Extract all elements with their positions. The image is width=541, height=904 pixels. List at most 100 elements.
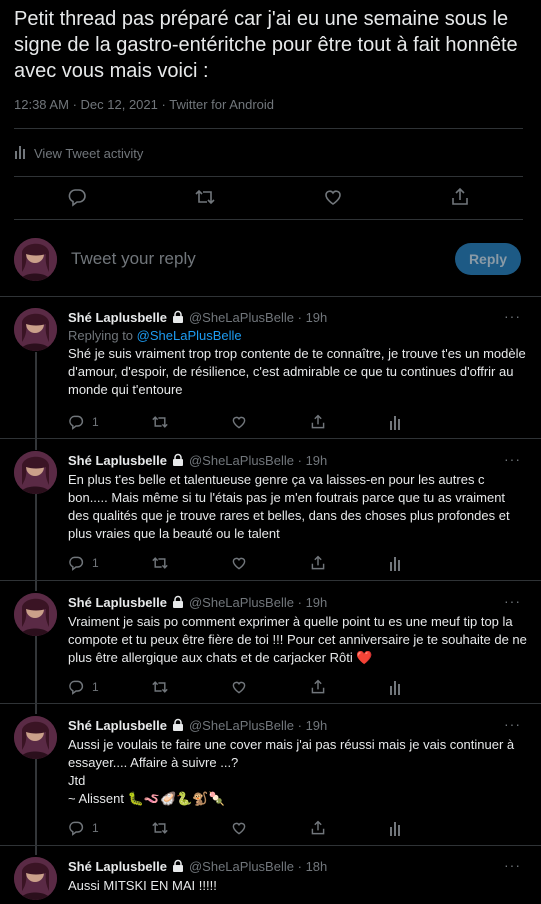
- display-name[interactable]: Shé Laplusbelle: [68, 595, 167, 610]
- share-icon[interactable]: [310, 414, 389, 430]
- tweet-meta: 12:38 AM · Dec 12, 2021 · Twitter for An…: [14, 97, 275, 112]
- like-icon[interactable]: [231, 555, 310, 571]
- more-icon[interactable]: ···: [504, 593, 521, 609]
- replying-to-link[interactable]: @SheLaPlusBelle: [137, 328, 242, 343]
- tweet-time[interactable]: 12:38 AM: [14, 97, 69, 112]
- avatar[interactable]: [14, 308, 57, 351]
- like-icon[interactable]: [231, 414, 310, 430]
- tweet-header: Shé Laplusbelle @SheLaPlusBelle · 19h ··…: [68, 593, 521, 610]
- tweet-actions: 1: [68, 677, 468, 697]
- like-icon[interactable]: [231, 679, 310, 695]
- lock-icon: [171, 453, 185, 467]
- main-tweet-actions: [14, 186, 523, 212]
- tweet-time[interactable]: 19h: [306, 310, 328, 325]
- analytics-icon[interactable]: [389, 679, 468, 695]
- reply-action[interactable]: 1: [68, 820, 151, 836]
- analytics-icon[interactable]: [389, 555, 468, 571]
- tweet-actions: 1: [68, 412, 468, 432]
- tweet-text: Aussi MITSKI EN MAI !!!!!: [68, 878, 217, 893]
- reply-count: 1: [92, 556, 99, 570]
- divider: [14, 176, 523, 177]
- lock-icon: [171, 310, 185, 324]
- divider: [0, 703, 541, 704]
- divider: [0, 845, 541, 846]
- reply-action[interactable]: 1: [68, 679, 151, 695]
- emoji-sequence: 🐛🪱🦪🐍🐒🍡: [127, 791, 225, 806]
- share-icon[interactable]: [450, 187, 470, 212]
- like-icon[interactable]: [323, 187, 343, 212]
- handle[interactable]: @SheLaPlusBelle: [189, 859, 294, 874]
- more-icon[interactable]: ···: [504, 716, 521, 732]
- avatar[interactable]: [14, 857, 57, 900]
- lock-icon: [171, 859, 185, 873]
- avatar[interactable]: [14, 451, 57, 494]
- thread-line: [35, 759, 37, 855]
- reply-action[interactable]: 1: [68, 414, 151, 430]
- thread-line: [35, 352, 37, 450]
- display-name[interactable]: Shé Laplusbelle: [68, 310, 167, 325]
- share-icon[interactable]: [310, 555, 389, 571]
- reply-count: 1: [92, 821, 99, 835]
- tweet-text: Shé je suis vraiment trop trop contente …: [68, 346, 526, 397]
- tweet-header: Shé Laplusbelle @SheLaPlusBelle · 19h ··…: [68, 716, 521, 733]
- divider: [0, 438, 541, 439]
- tweet-header: Shé Laplusbelle @SheLaPlusBelle · 19h ··…: [68, 308, 521, 325]
- lock-icon: [171, 595, 185, 609]
- activity-label: View Tweet activity: [34, 146, 144, 161]
- reply-button[interactable]: Reply: [455, 243, 521, 275]
- heart-emoji: ❤️: [356, 650, 373, 665]
- divider: [0, 580, 541, 581]
- reply-input[interactable]: Tweet your reply: [71, 249, 455, 269]
- avatar[interactable]: [14, 716, 57, 759]
- tweet-header: Shé Laplusbelle @SheLaPlusBelle · 19h ··…: [68, 451, 521, 468]
- tweet-text: Aussi je voulais te faire une cover mais…: [68, 737, 515, 806]
- reply-icon[interactable]: [67, 187, 87, 212]
- more-icon[interactable]: ···: [504, 308, 521, 324]
- handle[interactable]: @SheLaPlusBelle: [189, 718, 294, 733]
- retweet-icon[interactable]: [194, 187, 216, 212]
- more-icon[interactable]: ···: [504, 451, 521, 467]
- tweet-actions: 1: [68, 553, 468, 573]
- retweet-icon[interactable]: [151, 414, 230, 430]
- handle[interactable]: @SheLaPlusBelle: [189, 595, 294, 610]
- retweet-icon[interactable]: [151, 679, 230, 695]
- tweet-header: Shé Laplusbelle @SheLaPlusBelle · 18h ··…: [68, 857, 521, 874]
- avatar[interactable]: [14, 593, 57, 636]
- tweet-text: Vraiment je sais po comment exprimer à q…: [68, 614, 527, 665]
- handle[interactable]: @SheLaPlusBelle: [189, 453, 294, 468]
- divider: [14, 219, 523, 220]
- reply-composer: Tweet your reply Reply: [14, 236, 521, 282]
- analytics-icon[interactable]: [389, 414, 468, 430]
- analytics-icon[interactable]: [389, 820, 468, 836]
- retweet-icon[interactable]: [151, 820, 230, 836]
- more-icon[interactable]: ···: [504, 857, 521, 873]
- tweet-date[interactable]: Dec 12, 2021: [81, 97, 158, 112]
- tweet-actions: 1: [68, 818, 468, 838]
- retweet-icon[interactable]: [151, 555, 230, 571]
- reply-count: 1: [92, 415, 99, 429]
- thread-line: [35, 494, 37, 591]
- share-icon[interactable]: [310, 679, 389, 695]
- tweet-time[interactable]: 19h: [306, 718, 328, 733]
- handle[interactable]: @SheLaPlusBelle: [189, 310, 294, 325]
- view-tweet-activity[interactable]: View Tweet activity: [14, 145, 143, 162]
- bar-chart-icon: [14, 145, 28, 162]
- main-tweet-text: Petit thread pas préparé car j'ai eu une…: [14, 8, 518, 82]
- avatar[interactable]: [14, 237, 57, 281]
- tweet-text: En plus t'es belle et talentueuse genre …: [68, 472, 510, 541]
- reply-action[interactable]: 1: [68, 555, 151, 571]
- tweet-time[interactable]: 18h: [306, 859, 328, 874]
- lock-icon: [171, 718, 185, 732]
- reply-count: 1: [92, 680, 99, 694]
- tweet-time[interactable]: 19h: [306, 595, 328, 610]
- divider: [14, 128, 523, 129]
- display-name[interactable]: Shé Laplusbelle: [68, 453, 167, 468]
- divider: [0, 296, 541, 297]
- share-icon[interactable]: [310, 820, 389, 836]
- display-name[interactable]: Shé Laplusbelle: [68, 718, 167, 733]
- display-name[interactable]: Shé Laplusbelle: [68, 859, 167, 874]
- tweet-time[interactable]: 19h: [306, 453, 328, 468]
- replying-to: Replying to @SheLaPlusBelle: [68, 328, 242, 343]
- like-icon[interactable]: [231, 820, 310, 836]
- tweet-source[interactable]: Twitter for Android: [169, 97, 274, 112]
